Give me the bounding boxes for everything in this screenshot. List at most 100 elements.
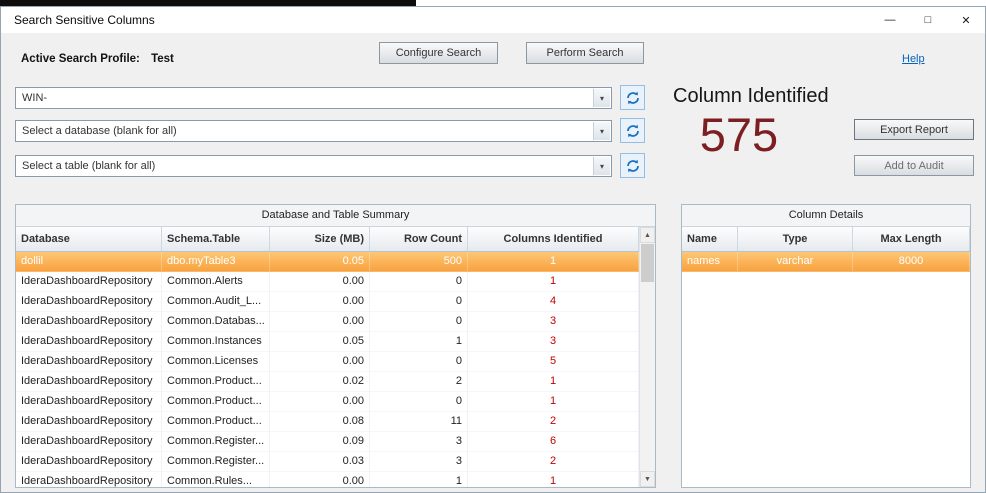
cell-database: dollil [16, 252, 162, 272]
cell-size-mb: 0.00 [270, 392, 370, 412]
summary-scrollbar[interactable]: ▲ ▼ [639, 227, 655, 487]
details-column-header[interactable]: Name [682, 227, 738, 251]
cell-columns-identified: 6 [468, 432, 639, 452]
cell-size-mb: 0.09 [270, 432, 370, 452]
summary-table-row[interactable]: IderaDashboardRepositoryCommon.Instances… [16, 332, 639, 352]
scrollbar-thumb[interactable] [641, 244, 654, 282]
cell-row-count: 0 [370, 272, 468, 292]
export-report-button[interactable]: Export Report [854, 119, 974, 140]
summary-column-header[interactable]: Schema.Table [162, 227, 270, 251]
column-identified-count: 575 [677, 107, 801, 162]
summary-panel-title: Database and Table Summary [16, 205, 655, 227]
cell-row-count: 1 [370, 472, 468, 487]
cell-columns-identified: 1 [468, 252, 639, 272]
summary-rows: dollildbo.myTable30.055001IderaDashboard… [16, 252, 639, 487]
cell-row-count: 0 [370, 312, 468, 332]
cell-row-count: 0 [370, 392, 468, 412]
cell-columns-identified: 3 [468, 312, 639, 332]
server-dropdown-value: WIN- [22, 88, 47, 108]
cell-row-count: 2 [370, 372, 468, 392]
cell-size-mb: 0.05 [270, 332, 370, 352]
cell-columns-identified: 2 [468, 412, 639, 432]
summary-column-headers: DatabaseSchema.TableSize (MB)Row CountCo… [16, 227, 639, 252]
perform-search-button[interactable]: Perform Search [526, 42, 644, 64]
cell-size-mb: 0.02 [270, 372, 370, 392]
summary-table-row[interactable]: IderaDashboardRepositoryCommon.Product..… [16, 392, 639, 412]
database-table-summary-panel: Database and Table Summary DatabaseSchem… [15, 204, 656, 488]
cell-schema-table: Common.Register... [162, 452, 270, 472]
summary-table-row[interactable]: IderaDashboardRepositoryCommon.Alerts0.0… [16, 272, 639, 292]
summary-column-header[interactable]: Size (MB) [270, 227, 370, 251]
cell-schema-table: Common.Audit_L... [162, 292, 270, 312]
summary-table-row[interactable]: IderaDashboardRepositoryCommon.Register.… [16, 432, 639, 452]
window-title: Search Sensitive Columns [14, 13, 155, 27]
cell-columns-identified: 1 [468, 372, 639, 392]
refresh-icon [625, 123, 641, 139]
help-link[interactable]: Help [902, 53, 925, 65]
cell-size-mb: 0.00 [270, 272, 370, 292]
cell-type: varchar [738, 252, 853, 272]
close-button[interactable]: ✕ [947, 7, 985, 33]
details-column-headers: NameTypeMax Length [682, 227, 970, 252]
minimize-button[interactable]: — [871, 7, 909, 33]
cell-size-mb: 0.00 [270, 472, 370, 487]
configure-search-button[interactable]: Configure Search [379, 42, 498, 64]
details-table-row[interactable]: namesvarchar8000 [682, 252, 970, 272]
database-dropdown[interactable]: Select a database (blank for all) ▾ [15, 120, 612, 142]
screen: Search Sensitive Columns — □ ✕ Active Se… [0, 0, 986, 493]
database-dropdown-value: Select a database (blank for all) [22, 121, 177, 141]
summary-column-header[interactable]: Row Count [370, 227, 468, 251]
summary-table-row[interactable]: IderaDashboardRepositoryCommon.Product..… [16, 412, 639, 432]
refresh-icon [625, 90, 641, 106]
column-identified-heading: Column Identified [673, 85, 829, 108]
cell-database: IderaDashboardRepository [16, 432, 162, 452]
cell-columns-identified: 1 [468, 272, 639, 292]
summary-table-row[interactable]: IderaDashboardRepositoryCommon.Audit_L..… [16, 292, 639, 312]
cell-row-count: 11 [370, 412, 468, 432]
summary-table-row[interactable]: IderaDashboardRepositoryCommon.Product..… [16, 372, 639, 392]
summary-table-row[interactable]: IderaDashboardRepositoryCommon.Rules...0… [16, 472, 639, 487]
add-to-audit-button[interactable]: Add to Audit [854, 155, 974, 176]
table-dropdown[interactable]: Select a table (blank for all) ▾ [15, 155, 612, 177]
cell-columns-identified: 2 [468, 452, 639, 472]
cell-schema-table: Common.Rules... [162, 472, 270, 487]
refresh-server-button[interactable] [620, 85, 645, 110]
cell-columns-identified: 3 [468, 332, 639, 352]
maximize-button[interactable]: □ [909, 7, 947, 33]
cell-schema-table: dbo.myTable3 [162, 252, 270, 272]
active-search-profile: Active Search Profile: Test [21, 53, 174, 65]
cell-schema-table: Common.Licenses [162, 352, 270, 372]
cell-database: IderaDashboardRepository [16, 392, 162, 412]
cell-columns-identified: 1 [468, 392, 639, 412]
summary-column-header[interactable]: Database [16, 227, 162, 251]
summary-column-header[interactable]: Columns Identified [468, 227, 639, 251]
server-dropdown[interactable]: WIN- ▾ [15, 87, 612, 109]
cell-size-mb: 0.00 [270, 312, 370, 332]
cell-schema-table: Common.Product... [162, 412, 270, 432]
cell-database: IderaDashboardRepository [16, 332, 162, 352]
cell-schema-table: Common.Product... [162, 392, 270, 412]
scroll-up-icon[interactable]: ▲ [640, 227, 655, 243]
cell-schema-table: Common.Register... [162, 432, 270, 452]
summary-table-row[interactable]: IderaDashboardRepositoryCommon.Databas..… [16, 312, 639, 332]
search-sensitive-columns-dialog: Search Sensitive Columns — □ ✕ Active Se… [0, 6, 986, 493]
cell-schema-table: Common.Instances [162, 332, 270, 352]
cell-database: IderaDashboardRepository [16, 292, 162, 312]
refresh-database-button[interactable] [620, 118, 645, 143]
summary-table-row[interactable]: dollildbo.myTable30.055001 [16, 252, 639, 272]
summary-table-row[interactable]: IderaDashboardRepositoryCommon.Licenses0… [16, 352, 639, 372]
column-details-panel: Column Details NameTypeMax Length namesv… [681, 204, 971, 488]
window-controls: — □ ✕ [871, 7, 985, 33]
details-column-header[interactable]: Type [738, 227, 853, 251]
cell-schema-table: Common.Product... [162, 372, 270, 392]
details-column-header[interactable]: Max Length [853, 227, 970, 251]
summary-table-row[interactable]: IderaDashboardRepositoryCommon.Register.… [16, 452, 639, 472]
chevron-down-icon: ▾ [593, 157, 610, 175]
scroll-down-icon[interactable]: ▼ [640, 471, 655, 487]
profile-label: Active Search Profile: [21, 53, 140, 65]
cell-name: names [682, 252, 738, 272]
cell-columns-identified: 1 [468, 472, 639, 487]
cell-max-length: 8000 [853, 252, 970, 272]
cell-row-count: 500 [370, 252, 468, 272]
refresh-table-button[interactable] [620, 153, 645, 178]
